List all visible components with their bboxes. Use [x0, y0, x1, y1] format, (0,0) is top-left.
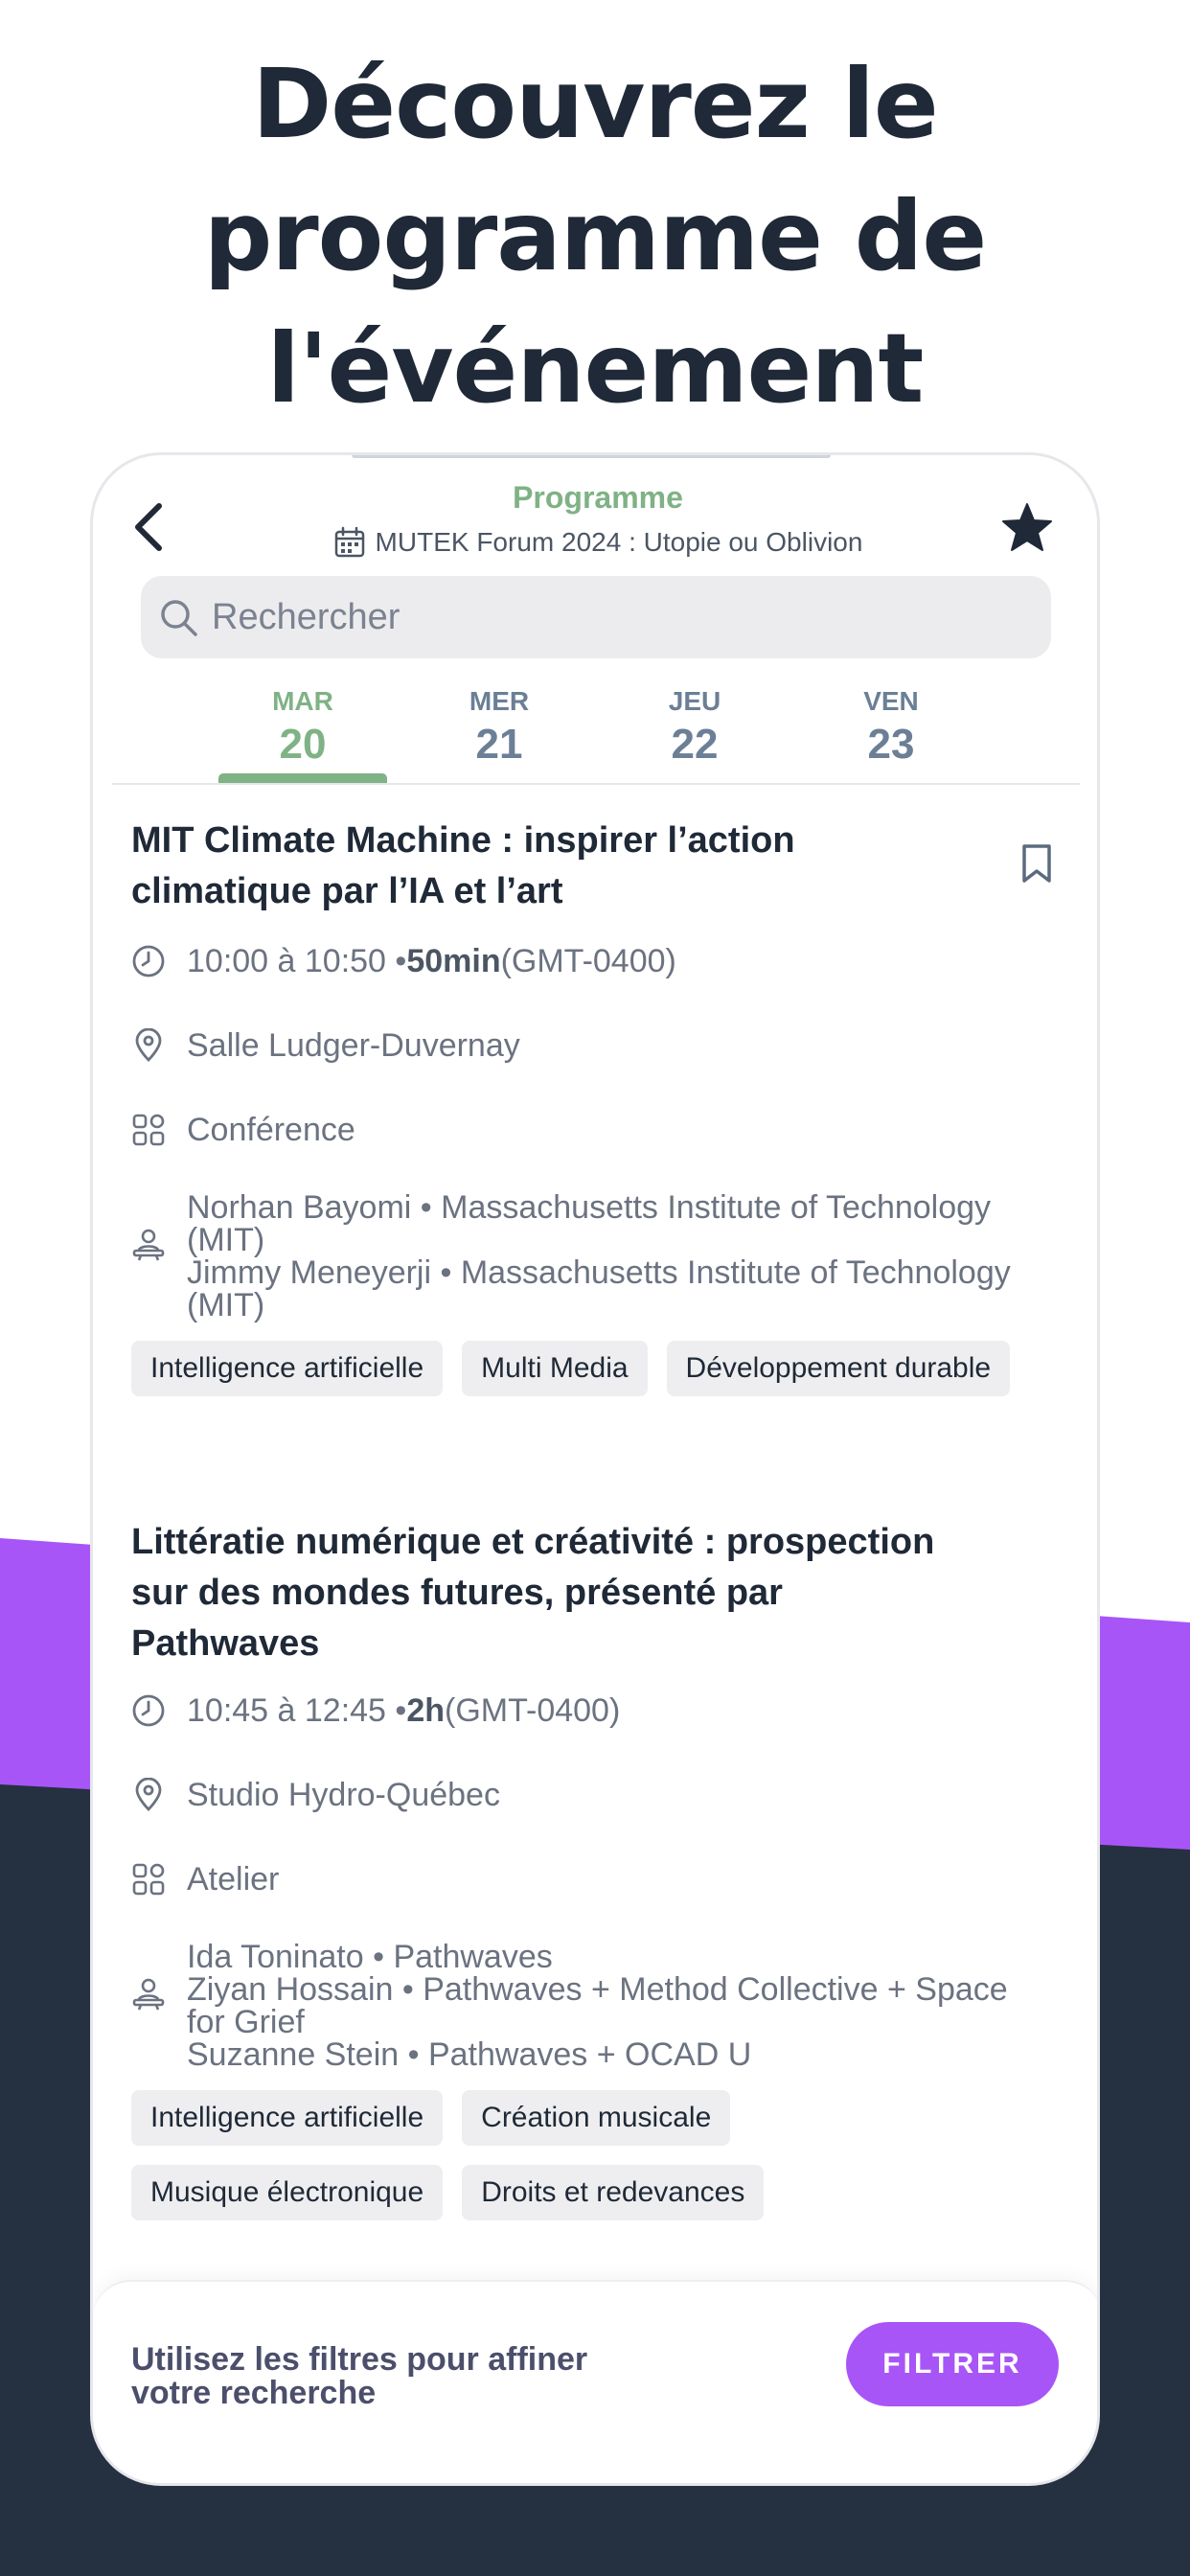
- session-title-line: sur des mondes futures, présenté par: [131, 1573, 783, 1613]
- category-icon: [131, 1862, 166, 1897]
- speaker-icon: [132, 1229, 165, 1261]
- type-text: Conférence: [187, 1111, 355, 1148]
- speaker-line: Norhan Bayomi • Massachusetts Institute …: [187, 1189, 992, 1226]
- duration: 2h: [406, 1691, 446, 1729]
- speaker-line: for Grief: [187, 2004, 305, 2040]
- session-title-line: MIT Climate Machine : inspirer l’action: [131, 820, 795, 861]
- session-time: 10:00 à 10:50 • 50min (GMT-0400): [131, 938, 1070, 984]
- session-title-line: Pathwaves: [131, 1623, 320, 1664]
- tab-weekday: MAR: [272, 686, 333, 716]
- speaker-line: Ida Toninato • Pathwaves: [187, 1939, 553, 1975]
- tag-chip[interactable]: Multi Media: [462, 1341, 648, 1396]
- tag-row: Musique électronique Droits et redevance…: [131, 2165, 1070, 2220]
- speaker-line: Ziyan Hossain • Pathwaves + Method Colle…: [187, 1971, 1008, 2008]
- speaker-list: Norhan Bayomi • Massachusetts Institute …: [187, 1191, 1078, 1322]
- tag-chip[interactable]: Intelligence artificielle: [131, 2090, 444, 2146]
- timezone: (GMT-0400): [500, 942, 676, 979]
- clock-icon: [131, 944, 166, 978]
- filter-bar: Utilisez les filtres pour affiner votre …: [93, 2280, 1097, 2483]
- tab-date: 22: [671, 721, 719, 768]
- headline-line: l'événement: [266, 312, 925, 425]
- day-tabs: MAR 20 MER 21 JEU 22 VEN 23: [93, 685, 1097, 783]
- category-icon: [131, 1113, 166, 1147]
- session-title-line: Littératie numérique et créativité : pro…: [131, 1522, 935, 1562]
- speaker-line: Jimmy Meneyerji • Massachusetts Institut…: [187, 1254, 1011, 1291]
- tag-chip[interactable]: Musique électronique: [131, 2165, 444, 2220]
- screen-notch: [352, 455, 831, 458]
- type-text: Atelier: [187, 1860, 280, 1898]
- filter-button[interactable]: FILTRER: [846, 2322, 1059, 2406]
- timezone: (GMT-0400): [445, 1691, 621, 1729]
- tab-weekday: VEN: [863, 686, 919, 716]
- location-pin-icon: [131, 1778, 166, 1812]
- tab-day-21[interactable]: MER 21: [415, 685, 584, 783]
- tag-chip[interactable]: Création musicale: [462, 2090, 731, 2146]
- page-title: Programme: [513, 480, 683, 515]
- favorites-button[interactable]: [995, 495, 1059, 559]
- event-subtitle: MUTEK Forum 2024 : Utopie ou Oblivion: [93, 526, 1097, 559]
- tag-row: Intelligence artificielle Multi Media Dé…: [131, 1341, 1070, 1396]
- filter-hint-line: votre recherche: [131, 2375, 377, 2411]
- session-location: Studio Hydro-Québec: [131, 1772, 1070, 1818]
- promo-headline: Découvrez le programme de l'événement: [0, 38, 1190, 435]
- bookmark-icon: [1022, 844, 1051, 883]
- location-pin-icon: [131, 1028, 166, 1063]
- tab-weekday: JEU: [668, 686, 721, 716]
- filter-hint-line: Utilisez les filtres pour affiner: [131, 2341, 588, 2378]
- tab-date: 21: [475, 721, 523, 768]
- location-text: Studio Hydro-Québec: [187, 1776, 500, 1813]
- session-type: Conférence: [131, 1107, 1070, 1153]
- tag-chip[interactable]: Intelligence artificielle: [131, 1341, 444, 1396]
- tabs-divider: [112, 783, 1080, 785]
- tab-day-20[interactable]: MAR 20: [218, 685, 387, 783]
- tab-day-22[interactable]: JEU 22: [610, 685, 779, 783]
- duration: 50min: [406, 942, 501, 979]
- speaker-list: Ida Toninato • Pathwaves Ziyan Hossain •…: [187, 1941, 1078, 2071]
- tag-row: Intelligence artificielle Création music…: [131, 2090, 1070, 2146]
- tag-chip[interactable]: Droits et redevances: [462, 2165, 765, 2220]
- search-field[interactable]: [141, 576, 1051, 658]
- tab-date: 23: [867, 721, 915, 768]
- session-title-line: climatique par l’IA et l’art: [131, 871, 563, 911]
- calendar-icon: [334, 526, 364, 558]
- session-title: MIT Climate Machine : inspirer l’action …: [131, 816, 974, 917]
- speaker-line: Suzanne Stein • Pathwaves + OCAD U: [187, 2036, 752, 2073]
- tab-day-23[interactable]: VEN 23: [807, 685, 975, 783]
- session-time: 10:45 à 12:45 • 2h (GMT-0400): [131, 1688, 1070, 1734]
- headline-line: programme de: [203, 180, 987, 292]
- tag-chip[interactable]: Développement durable: [666, 1341, 1011, 1396]
- active-tab-indicator: [218, 773, 387, 783]
- time-range: 10:00 à 10:50 •: [187, 942, 407, 979]
- clock-icon: [131, 1693, 166, 1728]
- bookmark-button[interactable]: [1013, 837, 1061, 890]
- session-location: Salle Ludger-Duvernay: [131, 1023, 1070, 1069]
- search-input[interactable]: [212, 596, 1026, 638]
- tab-weekday: MER: [469, 686, 530, 716]
- tab-date: 20: [279, 721, 327, 768]
- speaker-line: (MIT): [187, 1287, 265, 1323]
- star-icon: [1002, 503, 1052, 551]
- phone-screen: Programme MUTEK Forum 2024 : Utopie ou O…: [90, 452, 1100, 2486]
- session-title: Littératie numérique et créativité : pro…: [131, 1517, 974, 1669]
- location-text: Salle Ludger-Duvernay: [187, 1026, 520, 1064]
- speaker-icon: [132, 1978, 165, 2011]
- session-type: Atelier: [131, 1856, 1070, 1902]
- event-subtitle-text: MUTEK Forum 2024 : Utopie ou Oblivion: [375, 527, 863, 557]
- speaker-line: (MIT): [187, 1222, 265, 1258]
- filter-hint: Utilisez les filtres pour affiner votre …: [131, 2343, 668, 2410]
- headline-line: Découvrez le: [252, 48, 938, 160]
- search-icon: [161, 600, 197, 636]
- time-range: 10:45 à 12:45 •: [187, 1691, 407, 1729]
